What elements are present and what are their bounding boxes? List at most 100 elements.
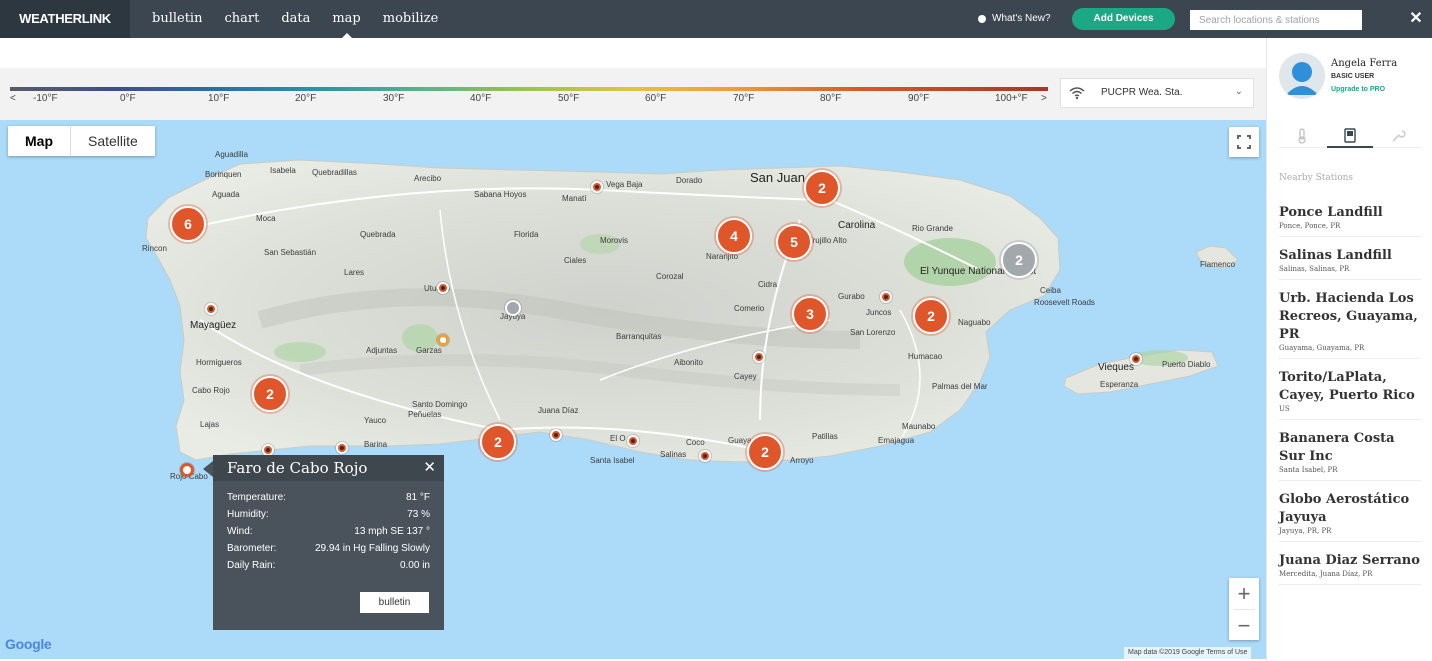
place-label: San Juan [750,170,805,185]
place-label: Barranquitas [616,332,662,341]
station-cluster[interactable]: 2 [747,434,783,470]
station-name: Globo Aerostático Jayuya [1279,492,1410,525]
station-list-item[interactable]: Torito/LaPlata, Cayey, Puerto Rico US [1279,369,1421,420]
station-list-item[interactable]: Juana Diaz Serrano Mercedita, Juana Díaz… [1279,552,1421,585]
station-pin[interactable] [205,303,217,315]
station-pin[interactable] [550,429,562,441]
close-icon[interactable]: ✕ [1409,9,1423,29]
place-label: Santa Isabel [590,456,635,465]
tab-weather[interactable] [1279,128,1325,148]
fullscreen-button[interactable] [1229,127,1259,157]
station-location: Jayuya, PR, PR [1279,527,1332,535]
place-label: Gurabo [838,292,865,301]
station-pin[interactable] [437,334,449,346]
station-pin[interactable] [1130,353,1142,365]
popup-label: Humidity: [227,509,269,520]
avatar[interactable] [1279,53,1325,99]
station-pin[interactable] [437,282,449,294]
station-list-item[interactable]: Globo Aerostático Jayuya Jayuya, PR, PR [1279,491,1421,542]
station-location: Guayama, Guayama, PR [1279,344,1365,352]
popup-row-wind: Wind: 13 mph SE 137 ° [227,525,430,539]
popup-bulletin-button[interactable]: bulletin [360,592,429,613]
wrench-icon [1392,130,1406,142]
station-pin[interactable] [699,450,711,462]
popup-close-icon[interactable]: ✕ [423,455,436,481]
scale-left-arrow[interactable]: < [10,93,16,104]
place-label: Trujillo Alto [808,236,847,245]
place-label: Dorado [676,176,703,185]
place-label: Puerto Diablo [1162,360,1211,369]
station-name: Salinas Landfill [1279,248,1392,263]
map-canvas[interactable]: Aguadilla Borinquen Aguada Isabela Quebr… [0,120,1266,659]
station-cluster[interactable]: 6 [170,206,206,242]
popup-value: 0.00 in [399,560,430,571]
station-pin[interactable] [591,181,603,193]
station-list-item[interactable]: Urb. Hacienda Los Recreos, Guayama, PR G… [1279,290,1421,359]
place-label: Corozal [656,272,684,281]
station-name: Urb. Hacienda Los Recreos, Guayama, PR [1279,291,1418,342]
nav-data[interactable]: data [281,0,310,38]
chevron-down-icon: ⌄ [1234,86,1243,97]
map-attribution[interactable]: Map data ©2019 Google Terms of Use [1124,647,1252,659]
station-cluster[interactable]: 2 [804,170,840,206]
map-type-satellite[interactable]: Satellite [71,126,155,156]
station-name: Ponce Landfill [1279,205,1383,220]
scale-label: 100+°F [995,93,1028,104]
place-label: Arroyo [790,456,814,465]
station-cluster[interactable]: 3 [792,296,828,332]
place-label: Ceiba [1040,286,1061,295]
place-label: Quebrada [360,230,396,239]
brand-logo[interactable]: WEATHERLINK [0,0,130,38]
place-label: Coco [686,438,705,447]
station-cluster[interactable]: 2 [913,298,949,334]
station-pin[interactable] [627,435,639,447]
selected-station-pin[interactable] [180,463,194,477]
popup-title: Faro de Cabo Rojo [213,455,444,481]
nav-chart[interactable]: chart [224,0,259,38]
station-pin[interactable] [880,291,892,303]
zoom-in-button[interactable]: + [1229,578,1259,609]
side-panel: Angela Ferra BASIC USER Upgrade to PRO N… [1266,38,1432,661]
scale-label: -10°F [33,93,58,104]
station-list-item[interactable]: Salinas Landfill Salinas, Salinas, PR [1279,247,1421,280]
tab-stations[interactable] [1327,128,1373,148]
place-label: Juncos [866,308,892,317]
station-cluster[interactable]: 2 [252,376,288,412]
station-select[interactable]: PUCPR Wea. Sta. ⌄ [1060,78,1254,108]
whats-new-link[interactable]: What's New? [978,0,1051,38]
nearby-stations-title: Nearby Stations [1279,173,1354,183]
nav-map[interactable]: map [332,0,361,38]
station-cluster[interactable]: 4 [716,218,752,254]
station-cluster[interactable]: 2 [1001,242,1037,278]
place-label: Comerio [734,304,765,313]
station-cluster[interactable]: 5 [776,224,812,260]
place-label: Peñuelas [408,410,442,419]
station-pin[interactable] [336,442,348,454]
station-list-item[interactable]: Bananera Costa Sur Inc Santa Isabel, PR [1279,430,1421,481]
nearby-stations-list: Ponce Landfill Ponce, Ponce, PR Salinas … [1279,204,1421,595]
place-label: Adjuntas [366,346,398,355]
zoom-out-button[interactable]: − [1229,610,1259,641]
place-label: Manatí [562,194,587,203]
upgrade-link[interactable]: Upgrade to PRO [1331,86,1385,93]
nav-mobilize[interactable]: mobilize [383,0,439,38]
scale-right-arrow[interactable]: > [1041,93,1047,104]
station-location: Salinas, Salinas, PR [1279,265,1350,273]
temperature-gradient-bar [10,87,1048,91]
add-devices-button[interactable]: Add Devices [1072,8,1175,30]
map-type-map[interactable]: Map [8,126,71,156]
popup-value: 29.94 in Hg Falling Slowly [314,543,430,554]
place-label: Morovis [600,236,629,245]
nav-bulletin[interactable]: bulletin [152,0,202,38]
search-input[interactable] [1190,10,1362,30]
user-name: Angela Ferra [1331,58,1398,69]
station-pin[interactable] [505,300,521,316]
popup-label: Temperature: [227,492,286,503]
popup-row-barometer: Barometer: 29.94 in Hg Falling Slowly [227,542,430,556]
station-cluster[interactable]: 2 [480,424,516,460]
station-list-item[interactable]: Ponce Landfill Ponce, Ponce, PR [1279,204,1421,237]
station-pin[interactable] [753,351,765,363]
tab-tools[interactable] [1375,128,1421,148]
place-label: Aguadilla [215,150,248,159]
google-logo[interactable]: Google [5,636,52,652]
